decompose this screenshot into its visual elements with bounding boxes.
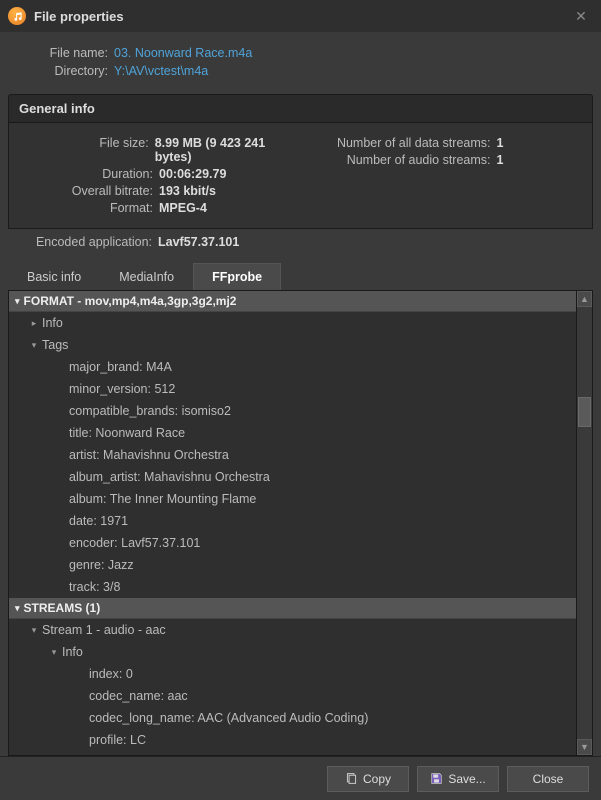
tags-node[interactable]: ▾Tags	[9, 334, 576, 356]
overall-bitrate-label: Overall bitrate:	[23, 184, 153, 198]
file-size-value: 8.99 MB (9 423 241 bytes)	[155, 136, 301, 164]
file-name-link[interactable]: 03. Noonward Race.m4a	[114, 46, 252, 60]
encoded-app-value: Lavf57.37.101	[158, 235, 239, 249]
tag-encoder: encoder: Lavf57.37.101	[9, 532, 576, 554]
collapse-arrow-icon: ▾	[29, 621, 39, 639]
file-properties-window: File properties ✕ File name: 03. Noonwar…	[0, 0, 601, 800]
stream1-profile: profile: LC	[9, 729, 576, 751]
header-info: File name: 03. Noonward Race.m4a Directo…	[0, 32, 601, 94]
tag-album: album: The Inner Mounting Flame	[9, 488, 576, 510]
stream1-node[interactable]: ▾Stream 1 - audio - aac	[9, 619, 576, 641]
file-name-label: File name:	[18, 46, 108, 60]
tag-genre: genre: Jazz	[9, 554, 576, 576]
info-node[interactable]: ▸Info	[9, 312, 576, 334]
tag-artist: artist: Mahavishnu Orchestra	[9, 444, 576, 466]
num-audio-streams-value: 1	[497, 153, 504, 167]
general-info-box: File size:8.99 MB (9 423 241 bytes) Dura…	[8, 123, 593, 229]
collapse-arrow-icon: ▾	[15, 603, 20, 614]
tag-album-artist: album_artist: Mahavishnu Orchestra	[9, 466, 576, 488]
stream1-codec-name: codec_name: aac	[9, 685, 576, 707]
directory-link[interactable]: Y:\AV\vctest\m4a	[114, 64, 208, 78]
duration-label: Duration:	[23, 167, 153, 181]
footer: Copy Save... Close	[0, 756, 601, 800]
app-music-icon	[8, 7, 26, 25]
collapse-arrow-icon: ▾	[49, 643, 59, 661]
duration-value: 00:06:29.79	[159, 167, 226, 181]
scrollbar-track[interactable]	[577, 307, 592, 739]
scroll-down-icon[interactable]: ▼	[577, 739, 592, 755]
tree[interactable]: ▾FORMAT - mov,mp4,m4a,3gp,3g2,mj2 ▸Info …	[9, 291, 576, 755]
format-node-header[interactable]: ▾FORMAT - mov,mp4,m4a,3gp,3g2,mj2	[9, 291, 576, 312]
format-value: MPEG-4	[159, 201, 207, 215]
directory-label: Directory:	[18, 64, 108, 78]
tag-minor-version: minor_version: 512	[9, 378, 576, 400]
save-icon	[430, 772, 443, 785]
stream1-codec-type: codec_type: audio	[9, 751, 576, 755]
close-button[interactable]: Close	[507, 766, 589, 792]
tag-track: track: 3/8	[9, 576, 576, 598]
format-label: Format:	[23, 201, 153, 215]
tag-title: title: Noonward Race	[9, 422, 576, 444]
scroll-up-icon[interactable]: ▲	[577, 291, 592, 307]
tag-major-brand: major_brand: M4A	[9, 356, 576, 378]
streams-node-header[interactable]: ▾STREAMS (1)	[9, 598, 576, 619]
expand-arrow-icon: ▸	[29, 314, 39, 332]
overall-bitrate-value: 193 kbit/s	[159, 184, 216, 198]
general-info-header: General info	[8, 94, 593, 123]
tag-compatible-brands: compatible_brands: isomiso2	[9, 400, 576, 422]
copy-button[interactable]: Copy	[327, 766, 409, 792]
num-audio-streams-label: Number of audio streams:	[301, 153, 491, 167]
collapse-arrow-icon: ▾	[15, 296, 20, 307]
window-title: File properties	[34, 9, 569, 24]
copy-icon	[345, 772, 358, 785]
stream1-info-node[interactable]: ▾Info	[9, 641, 576, 663]
vertical-scrollbar[interactable]: ▲ ▼	[576, 291, 592, 755]
num-data-streams-label: Number of all data streams:	[301, 136, 491, 150]
num-data-streams-value: 1	[497, 136, 504, 150]
tab-mediainfo[interactable]: MediaInfo	[100, 263, 193, 290]
stream1-index: index: 0	[9, 663, 576, 685]
close-icon[interactable]: ✕	[569, 4, 593, 28]
tag-date: date: 1971	[9, 510, 576, 532]
collapse-arrow-icon: ▾	[29, 336, 39, 354]
stream1-codec-long-name: codec_long_name: AAC (Advanced Audio Cod…	[9, 707, 576, 729]
encoded-app-label: Encoded application:	[22, 235, 152, 249]
file-size-label: File size:	[23, 136, 149, 164]
tabs: Basic info MediaInfo FFprobe	[8, 263, 593, 290]
tree-container: ▾FORMAT - mov,mp4,m4a,3gp,3g2,mj2 ▸Info …	[8, 290, 593, 756]
tab-basic-info[interactable]: Basic info	[8, 263, 100, 290]
titlebar: File properties ✕	[0, 0, 601, 32]
tab-ffprobe[interactable]: FFprobe	[193, 263, 281, 290]
save-button[interactable]: Save...	[417, 766, 499, 792]
scrollbar-thumb[interactable]	[578, 397, 591, 427]
